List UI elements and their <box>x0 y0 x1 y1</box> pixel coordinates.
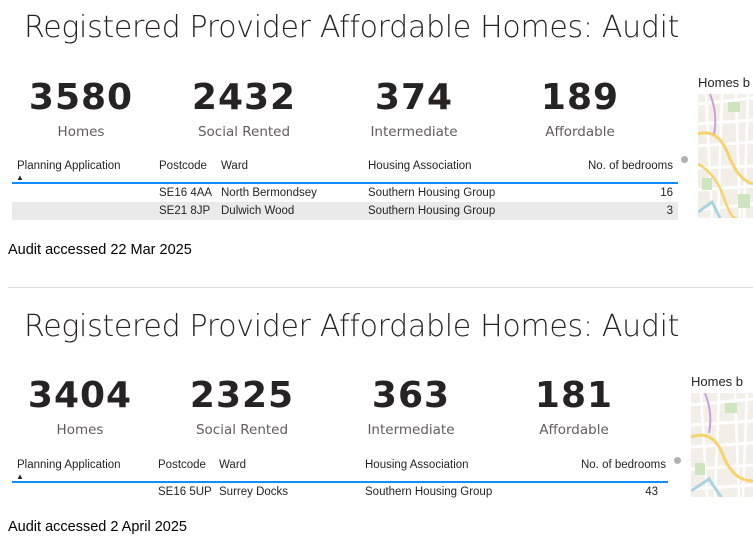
column-header-housing-association[interactable]: Housing Association <box>365 459 469 471</box>
kpi-value: 189 <box>540 77 620 118</box>
divider <box>8 287 753 288</box>
cell-postcode: SE16 5UP <box>158 486 212 498</box>
kpi-value: 2325 <box>189 375 295 416</box>
kpi-card-social-rented[interactable]: 2325 Social Rented <box>167 375 317 439</box>
table-row[interactable]: SE21 8JP Dulwich Wood Southern Housing G… <box>12 202 678 220</box>
kpi-value: 2432 <box>191 77 297 118</box>
audit-panel-2: Registered Provider Affordable Homes: Au… <box>0 300 753 553</box>
report-title: Registered Provider Affordable Homes: Au… <box>24 10 680 45</box>
cell-bedrooms: 3 <box>666 205 673 217</box>
kpi-label: Affordable <box>545 124 615 140</box>
column-header-housing-association[interactable]: Housing Association <box>368 160 472 172</box>
kpi-label: Affordable <box>539 422 609 438</box>
kpi-label: Homes <box>57 124 105 140</box>
kpi-card-homes[interactable]: 3580 Homes <box>6 77 156 141</box>
cell-bedrooms: 43 <box>645 486 658 498</box>
kpi-label: Homes <box>56 422 104 438</box>
kpi-label: Intermediate <box>370 124 458 140</box>
table-row[interactable]: SE16 5UP Surrey Docks Southern Housing G… <box>12 483 668 501</box>
kpi-value: 374 <box>374 77 454 118</box>
kpi-label: Social Rented <box>197 124 291 140</box>
column-header-bedrooms[interactable]: No. of bedrooms <box>581 459 666 471</box>
kpi-card-intermediate[interactable]: 363 Intermediate <box>336 375 486 439</box>
homes-table: Planning Application Postcode Ward Housi… <box>12 457 668 501</box>
cell-ward: Dulwich Wood <box>221 205 295 217</box>
scrollbar-thumb[interactable] <box>674 457 681 464</box>
cell-ward: North Bermondsey <box>221 187 317 199</box>
column-header-postcode[interactable]: Postcode <box>158 459 206 471</box>
map-tiles-icon <box>691 393 753 497</box>
kpi-label: Intermediate <box>367 422 455 438</box>
column-header-postcode[interactable]: Postcode <box>159 160 207 172</box>
map-tiles-icon <box>698 94 753 218</box>
audit-accessed-note: Audit accessed 2 April 2025 <box>8 519 187 535</box>
cell-postcode: SE21 8JP <box>159 205 211 217</box>
map-title: Homes b <box>698 75 751 90</box>
table-header: Planning Application Postcode Ward Housi… <box>12 158 678 184</box>
column-header-ward[interactable]: Ward <box>221 160 248 172</box>
homes-table: Planning Application Postcode Ward Housi… <box>12 158 678 220</box>
column-header-planning-application[interactable]: Planning Application <box>17 160 121 172</box>
audit-panel-1: Registered Provider Affordable Homes: Au… <box>0 0 753 275</box>
scrollbar-thumb[interactable] <box>681 156 688 163</box>
cell-bedrooms: 16 <box>660 187 673 199</box>
column-header-planning-application[interactable]: Planning Application <box>17 459 121 471</box>
column-header-ward[interactable]: Ward <box>219 459 246 471</box>
map-visual[interactable] <box>698 94 753 218</box>
kpi-card-affordable[interactable]: 189 Affordable <box>505 77 655 141</box>
kpi-value: 3580 <box>28 77 134 118</box>
cell-postcode: SE16 4AA <box>159 187 213 199</box>
table-row[interactable]: SE16 4AA North Bermondsey Southern Housi… <box>12 184 678 202</box>
table-header: Planning Application Postcode Ward Housi… <box>12 457 668 483</box>
cell-housing-association: Southern Housing Group <box>365 486 493 498</box>
cell-ward: Surrey Docks <box>219 486 289 498</box>
audit-accessed-note: Audit accessed 22 Mar 2025 <box>8 242 192 258</box>
kpi-card-social-rented[interactable]: 2432 Social Rented <box>169 77 319 141</box>
kpi-card-affordable[interactable]: 181 Affordable <box>499 375 649 439</box>
map-title: Homes b <box>691 374 744 389</box>
kpi-value: 363 <box>371 375 451 416</box>
kpi-card-intermediate[interactable]: 374 Intermediate <box>339 77 489 141</box>
sort-ascending-icon[interactable]: ▲ <box>16 174 24 182</box>
sort-ascending-icon[interactable]: ▲ <box>16 473 24 481</box>
map-visual[interactable] <box>691 393 753 497</box>
kpi-value: 3404 <box>27 375 133 416</box>
kpi-card-homes[interactable]: 3404 Homes <box>5 375 155 439</box>
kpi-value: 181 <box>534 375 614 416</box>
cell-housing-association: Southern Housing Group <box>368 205 496 217</box>
kpi-label: Social Rented <box>195 422 289 438</box>
column-header-bedrooms[interactable]: No. of bedrooms <box>588 160 673 172</box>
report-title: Registered Provider Affordable Homes: Au… <box>24 309 680 344</box>
cell-housing-association: Southern Housing Group <box>368 187 496 199</box>
